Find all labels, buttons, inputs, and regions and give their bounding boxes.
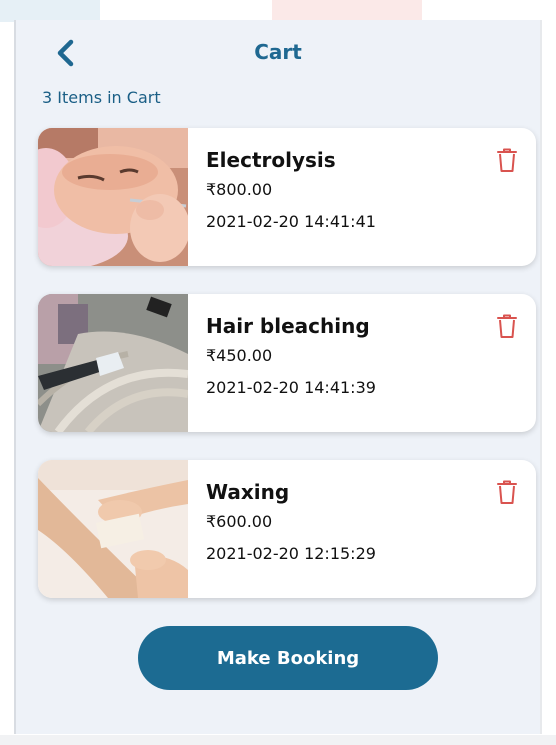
- service-datetime: 2021-02-20 14:41:39: [206, 378, 376, 397]
- service-image: [38, 128, 188, 266]
- service-name: Hair bleaching: [206, 314, 370, 338]
- make-booking-button[interactable]: Make Booking: [138, 626, 438, 690]
- backdrop-tint: [0, 0, 100, 22]
- service-image: [38, 460, 188, 598]
- cart-item-card: Waxing ₹600.00 2021-02-20 12:15:29: [38, 460, 536, 598]
- service-datetime: 2021-02-20 14:41:41: [206, 212, 376, 231]
- cart-item-card: Hair bleaching ₹450.00 2021-02-20 14:41:…: [38, 294, 536, 432]
- trash-icon: [497, 480, 517, 504]
- service-price: ₹600.00: [206, 512, 273, 531]
- trash-icon: [497, 314, 517, 338]
- items-count-label: 3 Items in Cart: [42, 88, 161, 107]
- service-name: Electrolysis: [206, 148, 336, 172]
- delete-item-button[interactable]: [494, 146, 520, 174]
- service-price: ₹800.00: [206, 180, 273, 199]
- page-title: Cart: [254, 40, 302, 64]
- cart-item-card: Electrolysis ₹800.00 2021-02-20 14:41:41: [38, 128, 536, 266]
- backdrop-tint: [0, 735, 556, 745]
- header-bar: Cart: [16, 20, 540, 84]
- service-price: ₹450.00: [206, 346, 273, 365]
- delete-item-button[interactable]: [494, 312, 520, 340]
- trash-icon: [497, 148, 517, 172]
- backdrop-tint: [272, 0, 422, 22]
- service-datetime: 2021-02-20 12:15:29: [206, 544, 376, 563]
- service-name: Waxing: [206, 480, 290, 504]
- cart-screen: Cart 3 Items in Cart Electrolysis ₹800.0…: [14, 20, 542, 734]
- service-image: [38, 294, 188, 432]
- delete-item-button[interactable]: [494, 478, 520, 506]
